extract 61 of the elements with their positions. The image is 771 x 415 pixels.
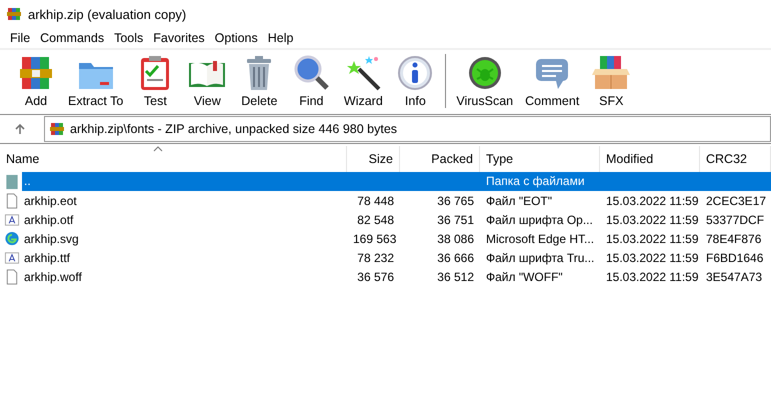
file-name[interactable]: arkhip.ttf	[22, 250, 347, 264]
table-cell-text: 36 751	[436, 212, 475, 226]
toolbar-button[interactable]: Wizard	[339, 50, 388, 108]
toolbar-button[interactable]: Info	[391, 50, 440, 108]
archive-icon	[49, 121, 65, 137]
file-name[interactable]: arkhip.svg	[22, 232, 347, 246]
table-cell-text: 15.03.2022 11:59	[605, 194, 700, 208]
toolbar-button[interactable]: Delete	[235, 50, 284, 108]
table-cell-text: 36 512	[436, 270, 475, 284]
table-cell-text: 78 448	[356, 194, 395, 208]
toolbar-button[interactable]: Test	[131, 50, 180, 108]
address-field[interactable]: arkhip.zip\fonts - ZIP archive, unpacked size 446 980 bytes	[44, 116, 771, 142]
table-cell: Папка с файлами	[480, 172, 600, 191]
toolbar-button[interactable]: Add	[12, 50, 60, 108]
table-cell-text: 38 086	[436, 232, 475, 246]
table-cell-text: 15.03.2022 11:59	[605, 270, 700, 284]
up-arrow-icon	[14, 123, 26, 135]
toolbar-button[interactable]: Find	[287, 50, 336, 108]
toolbar-button[interactable]: View	[183, 50, 232, 108]
table-cell-text: 2CEC3E17	[705, 194, 768, 208]
table-cell-text: 3E547A73	[705, 270, 764, 284]
menu-item[interactable]: Commands	[35, 31, 110, 45]
table-cell-text: Microsoft Edge HT...	[485, 232, 596, 246]
file-icon	[4, 192, 20, 208]
menu-item[interactable]: Tools	[109, 31, 148, 45]
toolbar-button[interactable]: Comment	[521, 50, 584, 108]
toolbar-button[interactable]: Extract To	[64, 50, 128, 108]
table-cell-text: Файл шрифта Tru...	[485, 250, 596, 264]
table-cell-text: 15.03.2022 11:59	[605, 232, 700, 246]
table-cell-text: F6BD1646	[705, 250, 764, 264]
table-cell-text: 78 232	[356, 250, 395, 264]
file-name[interactable]: arkhip.woff	[22, 270, 347, 284]
table-cell-text: 169 563	[352, 232, 398, 246]
menu-item[interactable]: Help	[262, 31, 298, 45]
menu-item[interactable]: Favorites	[148, 31, 210, 45]
table-cell-text: 82 548	[356, 212, 395, 226]
table-cell-text: Файл шрифта Op...	[485, 212, 594, 226]
table-cell-text: Файл "EOT"	[485, 194, 554, 208]
app-icon	[6, 6, 22, 22]
table-cell-text: Файл "WOFF"	[485, 270, 564, 284]
menu-item[interactable]: Options	[210, 31, 263, 45]
toolbar-button[interactable]: SFX	[587, 50, 636, 108]
table-cell-text: 36 765	[436, 194, 475, 208]
font-file-icon	[4, 250, 20, 266]
toolbar-button[interactable]: VirusScan	[452, 50, 518, 108]
table-cell-text: 15.03.2022 11:59	[605, 250, 700, 264]
table-cell-text: 53377DCF	[705, 212, 766, 226]
table-cell	[700, 172, 771, 191]
browser-icon	[4, 230, 20, 246]
file-name[interactable]: ..	[22, 172, 347, 191]
sort-caret-icon	[153, 146, 163, 152]
font-file-icon	[4, 212, 20, 228]
menu-item[interactable]: File	[5, 31, 36, 45]
table-cell-text: 36 666	[436, 250, 475, 264]
file-name[interactable]: arkhip.otf	[22, 212, 347, 226]
table-cell-text: 15.03.2022 11:59	[605, 212, 700, 226]
table-cell-text: 36 576	[356, 270, 395, 284]
file-icon	[4, 268, 20, 284]
file-name[interactable]: arkhip.eot	[22, 194, 347, 208]
window-title: arkhip.zip (evaluation copy)	[28, 6, 186, 22]
table-cell-text: 78E4F876	[705, 232, 762, 246]
